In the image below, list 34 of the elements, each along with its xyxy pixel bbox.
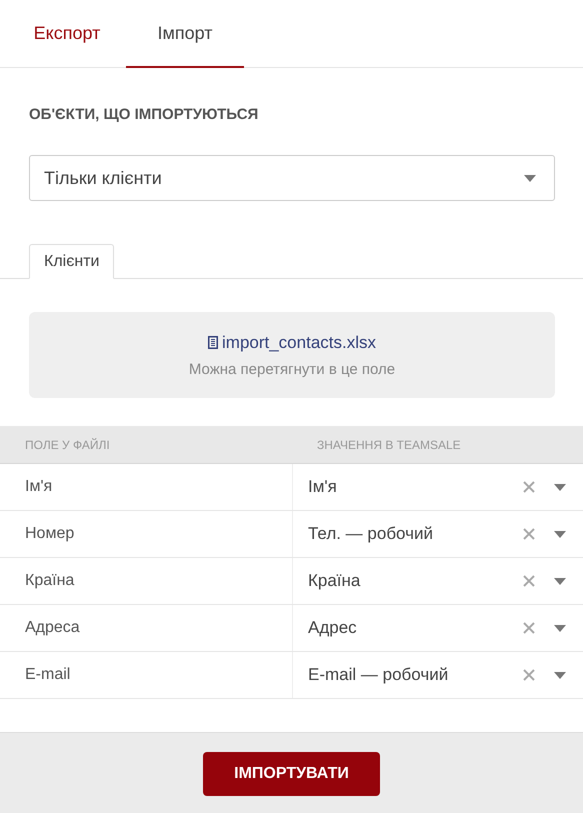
table-cell-text: E-mail <box>24 665 72 685</box>
tab[interactable]: Клієнти <box>29 244 114 279</box>
object-select[interactable]: Тільки клієнти <box>29 155 555 201</box>
document-icon <box>208 336 218 349</box>
value-select[interactable]: E-mail — робочий <box>292 652 583 698</box>
caret-icon <box>554 624 566 632</box>
value-select[interactable]: Ім'я <box>292 464 583 510</box>
value-select[interactable]: Тел. — робочий <box>292 511 583 557</box>
tab[interactable]: Імпорт <box>126 0 244 68</box>
caret-icon <box>554 672 566 678</box>
caret-icon <box>524 174 536 182</box>
clear-icon[interactable] <box>523 528 535 540</box>
tab[interactable]: Експорт <box>8 0 126 68</box>
clear-icon[interactable] <box>523 669 535 681</box>
drop-zone[interactable]: import_contacts.xlsx Можна перетягнути в це поле <box>29 312 555 398</box>
value-select[interactable]: Країна <box>292 558 583 604</box>
clear-icon[interactable] <box>523 481 535 493</box>
value-select[interactable]: Адрес <box>292 605 583 651</box>
table-cell-text: Номер <box>24 524 76 544</box>
import-button[interactable]: ІМПОРТУВАТИ <box>203 752 380 796</box>
clear-icon[interactable] <box>523 575 535 587</box>
caret-icon <box>554 578 566 584</box>
caret-icon <box>554 484 566 490</box>
select-value: Тільки клієнти <box>44 168 162 188</box>
caret-icon <box>554 530 566 538</box>
table-cell-text: Ім'я <box>24 477 54 497</box>
section-label: ОБ'ЄКТИ, ЩО ІМПОРТУЮТЬСЯ <box>29 106 260 123</box>
column-header: ПОЛЕ У ФАЙЛІ <box>24 436 111 454</box>
table-cell-text: Країна <box>24 571 76 591</box>
table-cell-text: Адреса <box>24 618 81 638</box>
drop-hint: Можна перетягнути в це поле <box>188 360 396 378</box>
column-header: ЗНАЧЕННЯ В TEAMSALE <box>316 436 462 454</box>
file-link[interactable]: import_contacts.xlsx <box>222 332 376 352</box>
clear-icon[interactable] <box>523 622 535 634</box>
